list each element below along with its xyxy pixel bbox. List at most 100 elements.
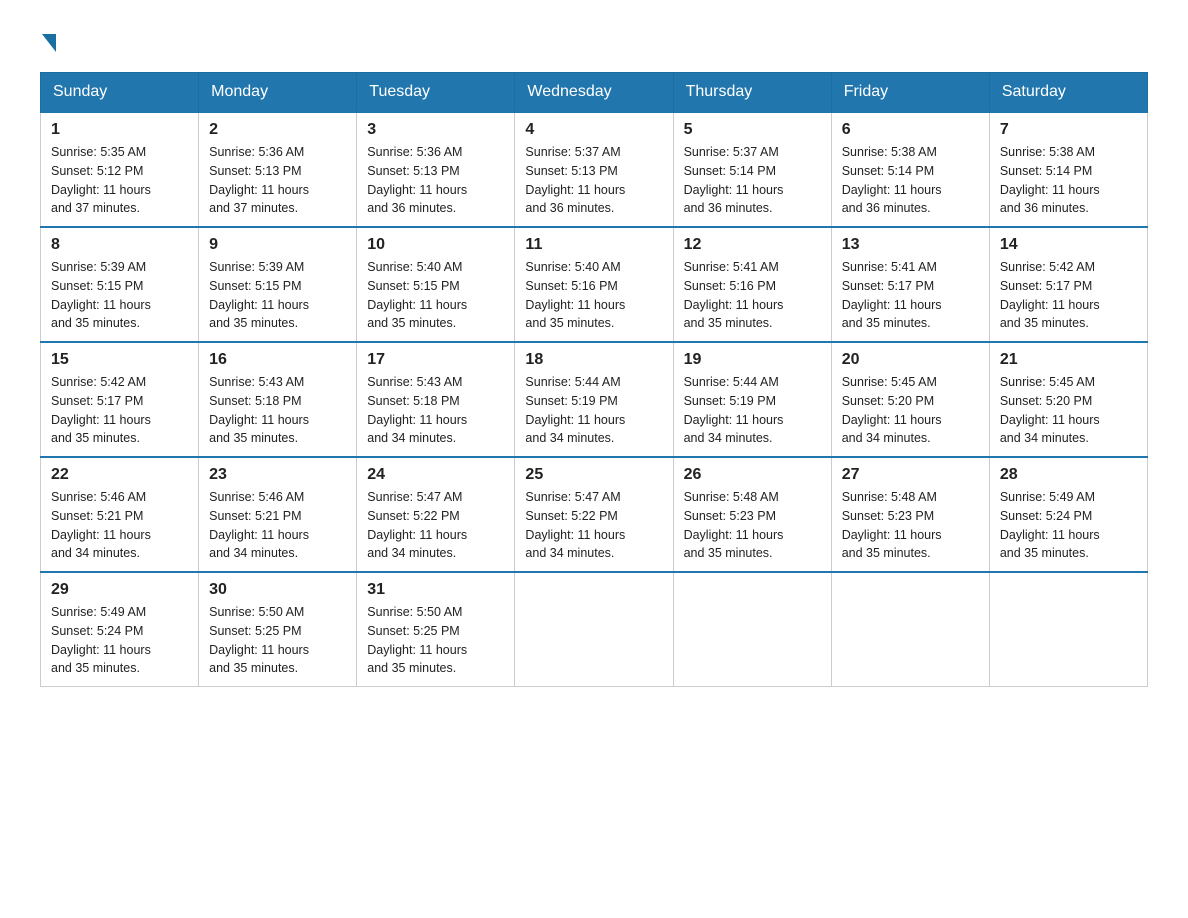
calendar-cell xyxy=(515,572,673,687)
day-number: 27 xyxy=(842,466,979,484)
day-info: Sunrise: 5:47 AM Sunset: 5:22 PM Dayligh… xyxy=(525,488,662,563)
header-monday: Monday xyxy=(199,73,357,113)
day-number: 5 xyxy=(684,121,821,139)
day-info: Sunrise: 5:41 AM Sunset: 5:16 PM Dayligh… xyxy=(684,258,821,333)
day-number: 6 xyxy=(842,121,979,139)
calendar-cell: 5 Sunrise: 5:37 AM Sunset: 5:14 PM Dayli… xyxy=(673,112,831,227)
calendar-cell: 9 Sunrise: 5:39 AM Sunset: 5:15 PM Dayli… xyxy=(199,227,357,342)
day-number: 17 xyxy=(367,351,504,369)
week-row-2: 8 Sunrise: 5:39 AM Sunset: 5:15 PM Dayli… xyxy=(41,227,1148,342)
logo-arrow-icon xyxy=(42,34,56,52)
header-wednesday: Wednesday xyxy=(515,73,673,113)
day-number: 8 xyxy=(51,236,188,254)
day-info: Sunrise: 5:37 AM Sunset: 5:14 PM Dayligh… xyxy=(684,143,821,218)
logo xyxy=(40,30,56,48)
day-number: 12 xyxy=(684,236,821,254)
header-sunday: Sunday xyxy=(41,73,199,113)
calendar-cell: 25 Sunrise: 5:47 AM Sunset: 5:22 PM Dayl… xyxy=(515,457,673,572)
calendar-cell: 30 Sunrise: 5:50 AM Sunset: 5:25 PM Dayl… xyxy=(199,572,357,687)
day-number: 19 xyxy=(684,351,821,369)
day-info: Sunrise: 5:44 AM Sunset: 5:19 PM Dayligh… xyxy=(525,373,662,448)
day-number: 18 xyxy=(525,351,662,369)
day-number: 31 xyxy=(367,581,504,599)
calendar-cell: 15 Sunrise: 5:42 AM Sunset: 5:17 PM Dayl… xyxy=(41,342,199,457)
day-number: 20 xyxy=(842,351,979,369)
calendar-cell xyxy=(989,572,1147,687)
day-info: Sunrise: 5:40 AM Sunset: 5:16 PM Dayligh… xyxy=(525,258,662,333)
day-info: Sunrise: 5:47 AM Sunset: 5:22 PM Dayligh… xyxy=(367,488,504,563)
calendar-cell: 21 Sunrise: 5:45 AM Sunset: 5:20 PM Dayl… xyxy=(989,342,1147,457)
day-info: Sunrise: 5:41 AM Sunset: 5:17 PM Dayligh… xyxy=(842,258,979,333)
day-info: Sunrise: 5:35 AM Sunset: 5:12 PM Dayligh… xyxy=(51,143,188,218)
day-info: Sunrise: 5:42 AM Sunset: 5:17 PM Dayligh… xyxy=(51,373,188,448)
calendar-header-row: SundayMondayTuesdayWednesdayThursdayFrid… xyxy=(41,73,1148,113)
week-row-5: 29 Sunrise: 5:49 AM Sunset: 5:24 PM Dayl… xyxy=(41,572,1148,687)
day-info: Sunrise: 5:45 AM Sunset: 5:20 PM Dayligh… xyxy=(842,373,979,448)
calendar-cell: 16 Sunrise: 5:43 AM Sunset: 5:18 PM Dayl… xyxy=(199,342,357,457)
day-info: Sunrise: 5:50 AM Sunset: 5:25 PM Dayligh… xyxy=(367,603,504,678)
calendar-cell: 3 Sunrise: 5:36 AM Sunset: 5:13 PM Dayli… xyxy=(357,112,515,227)
day-number: 3 xyxy=(367,121,504,139)
day-info: Sunrise: 5:38 AM Sunset: 5:14 PM Dayligh… xyxy=(842,143,979,218)
day-info: Sunrise: 5:43 AM Sunset: 5:18 PM Dayligh… xyxy=(367,373,504,448)
day-number: 4 xyxy=(525,121,662,139)
day-info: Sunrise: 5:38 AM Sunset: 5:14 PM Dayligh… xyxy=(1000,143,1137,218)
calendar-cell: 17 Sunrise: 5:43 AM Sunset: 5:18 PM Dayl… xyxy=(357,342,515,457)
day-number: 23 xyxy=(209,466,346,484)
calendar-cell: 20 Sunrise: 5:45 AM Sunset: 5:20 PM Dayl… xyxy=(831,342,989,457)
day-info: Sunrise: 5:36 AM Sunset: 5:13 PM Dayligh… xyxy=(367,143,504,218)
day-number: 26 xyxy=(684,466,821,484)
day-number: 10 xyxy=(367,236,504,254)
day-info: Sunrise: 5:45 AM Sunset: 5:20 PM Dayligh… xyxy=(1000,373,1137,448)
day-info: Sunrise: 5:43 AM Sunset: 5:18 PM Dayligh… xyxy=(209,373,346,448)
day-number: 25 xyxy=(525,466,662,484)
calendar-cell: 6 Sunrise: 5:38 AM Sunset: 5:14 PM Dayli… xyxy=(831,112,989,227)
calendar-cell: 23 Sunrise: 5:46 AM Sunset: 5:21 PM Dayl… xyxy=(199,457,357,572)
day-number: 28 xyxy=(1000,466,1137,484)
calendar-cell: 27 Sunrise: 5:48 AM Sunset: 5:23 PM Dayl… xyxy=(831,457,989,572)
day-info: Sunrise: 5:46 AM Sunset: 5:21 PM Dayligh… xyxy=(209,488,346,563)
page-header xyxy=(40,30,1148,48)
calendar-cell: 18 Sunrise: 5:44 AM Sunset: 5:19 PM Dayl… xyxy=(515,342,673,457)
calendar-cell: 14 Sunrise: 5:42 AM Sunset: 5:17 PM Dayl… xyxy=(989,227,1147,342)
day-info: Sunrise: 5:39 AM Sunset: 5:15 PM Dayligh… xyxy=(209,258,346,333)
day-info: Sunrise: 5:48 AM Sunset: 5:23 PM Dayligh… xyxy=(842,488,979,563)
week-row-1: 1 Sunrise: 5:35 AM Sunset: 5:12 PM Dayli… xyxy=(41,112,1148,227)
day-info: Sunrise: 5:36 AM Sunset: 5:13 PM Dayligh… xyxy=(209,143,346,218)
day-info: Sunrise: 5:50 AM Sunset: 5:25 PM Dayligh… xyxy=(209,603,346,678)
day-number: 22 xyxy=(51,466,188,484)
calendar-cell: 22 Sunrise: 5:46 AM Sunset: 5:21 PM Dayl… xyxy=(41,457,199,572)
day-number: 9 xyxy=(209,236,346,254)
header-saturday: Saturday xyxy=(989,73,1147,113)
day-number: 2 xyxy=(209,121,346,139)
calendar-cell: 4 Sunrise: 5:37 AM Sunset: 5:13 PM Dayli… xyxy=(515,112,673,227)
day-info: Sunrise: 5:42 AM Sunset: 5:17 PM Dayligh… xyxy=(1000,258,1137,333)
calendar-cell: 29 Sunrise: 5:49 AM Sunset: 5:24 PM Dayl… xyxy=(41,572,199,687)
day-info: Sunrise: 5:37 AM Sunset: 5:13 PM Dayligh… xyxy=(525,143,662,218)
calendar-cell: 13 Sunrise: 5:41 AM Sunset: 5:17 PM Dayl… xyxy=(831,227,989,342)
calendar-cell: 28 Sunrise: 5:49 AM Sunset: 5:24 PM Dayl… xyxy=(989,457,1147,572)
calendar-cell: 24 Sunrise: 5:47 AM Sunset: 5:22 PM Dayl… xyxy=(357,457,515,572)
day-number: 15 xyxy=(51,351,188,369)
calendar-cell: 12 Sunrise: 5:41 AM Sunset: 5:16 PM Dayl… xyxy=(673,227,831,342)
calendar-cell: 26 Sunrise: 5:48 AM Sunset: 5:23 PM Dayl… xyxy=(673,457,831,572)
day-number: 29 xyxy=(51,581,188,599)
day-number: 30 xyxy=(209,581,346,599)
day-info: Sunrise: 5:48 AM Sunset: 5:23 PM Dayligh… xyxy=(684,488,821,563)
calendar-cell: 19 Sunrise: 5:44 AM Sunset: 5:19 PM Dayl… xyxy=(673,342,831,457)
calendar-cell: 31 Sunrise: 5:50 AM Sunset: 5:25 PM Dayl… xyxy=(357,572,515,687)
day-info: Sunrise: 5:46 AM Sunset: 5:21 PM Dayligh… xyxy=(51,488,188,563)
calendar-cell: 1 Sunrise: 5:35 AM Sunset: 5:12 PM Dayli… xyxy=(41,112,199,227)
calendar-cell: 11 Sunrise: 5:40 AM Sunset: 5:16 PM Dayl… xyxy=(515,227,673,342)
calendar-cell xyxy=(831,572,989,687)
day-number: 24 xyxy=(367,466,504,484)
day-info: Sunrise: 5:39 AM Sunset: 5:15 PM Dayligh… xyxy=(51,258,188,333)
day-number: 13 xyxy=(842,236,979,254)
header-tuesday: Tuesday xyxy=(357,73,515,113)
week-row-4: 22 Sunrise: 5:46 AM Sunset: 5:21 PM Dayl… xyxy=(41,457,1148,572)
day-info: Sunrise: 5:44 AM Sunset: 5:19 PM Dayligh… xyxy=(684,373,821,448)
calendar-table: SundayMondayTuesdayWednesdayThursdayFrid… xyxy=(40,72,1148,687)
header-friday: Friday xyxy=(831,73,989,113)
day-number: 21 xyxy=(1000,351,1137,369)
day-number: 7 xyxy=(1000,121,1137,139)
